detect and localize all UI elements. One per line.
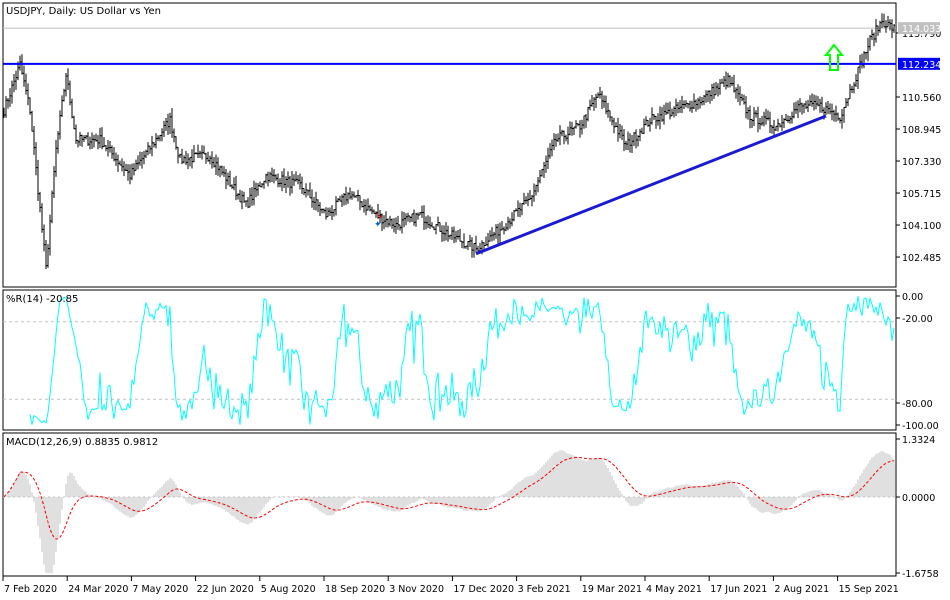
wpr-tick-label: -80.00 [902,399,933,410]
macd-tick-label: -1.6758 [902,569,939,580]
time-tick-label: 2 Aug 2021 [774,584,829,595]
price-tick-label: 105.715 [902,189,941,200]
macd-label: MACD(12,26,9) 0.8835 0.9812 [6,437,158,448]
time-tick-label: 17 Jun 2021 [710,584,767,595]
time-tick-label: 24 Mar 2020 [68,584,128,595]
wpr-tick-label: -20.00 [902,314,933,325]
current-price-label: 114.033 [902,24,941,35]
time-tick-label: 22 Jun 2020 [197,584,254,595]
time-tick-label: 3 Nov 2020 [389,584,444,595]
time-tick-label: 15 Sep 2021 [839,584,899,595]
time-tick-label: 7 Feb 2020 [4,584,57,595]
chart-title: USDJPY, Daily: US Dollar vs Yen [6,6,161,17]
time-tick-label: 4 May 2021 [646,584,702,595]
price-tick-label: 108.945 [902,125,941,136]
trading-chart[interactable]: ↘✦ 113.790110.560108.945107.330105.71510… [0,0,950,600]
time-tick-label: 7 May 2020 [132,584,188,595]
buy-marker-icon: ✦ [374,220,382,230]
time-tick-label: 17 Dec 2020 [453,584,514,595]
time-tick-label: 3 Feb 2021 [518,584,571,595]
price-panel[interactable] [2,2,897,288]
time-tick-label: 19 Mar 2021 [582,584,642,595]
time-tick-label: 18 Sep 2020 [325,584,385,595]
time-tick-label: 5 Aug 2020 [261,584,316,595]
price-tick-label: 104.100 [902,221,941,232]
wpr-tick-label: -100.00 [902,421,939,432]
price-tick-label: 107.330 [902,157,941,168]
price-tick-label: 110.560 [902,93,941,104]
wpr-label: %R(14) -20.85 [6,294,78,305]
macd-tick-label: 0.0000 [902,493,935,504]
price-tick-label: 102.485 [902,253,941,264]
macd-tick-label: 1.3324 [902,435,935,446]
wpr-tick-label: 0.00 [902,292,923,303]
hline-price-label: 112.234 [902,60,941,71]
